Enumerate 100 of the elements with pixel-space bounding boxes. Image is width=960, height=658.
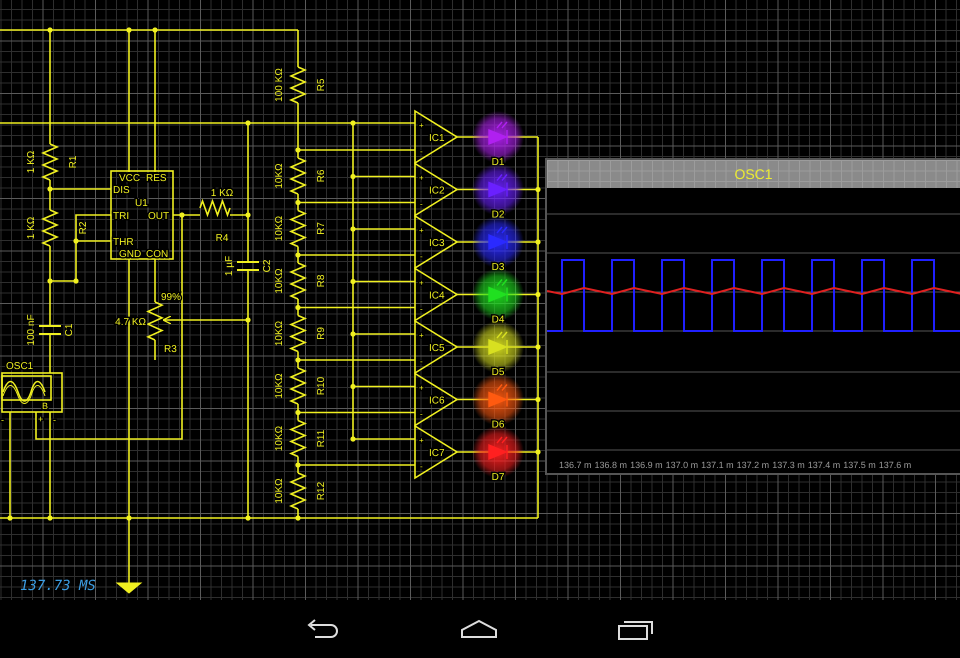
time-axis-label: 137.0 m: [666, 460, 698, 470]
time-axis-label: 137.6 m: [878, 460, 912, 470]
pin-label: THR: [113, 237, 134, 248]
resistor-symbol: [288, 66, 308, 104]
diode-icon: [488, 121, 508, 146]
component-label: R12: [316, 482, 327, 500]
resistor-symbol: [288, 472, 308, 510]
input-sign: -: [420, 462, 423, 471]
input-sign: -: [420, 252, 423, 261]
diode-icon: [488, 384, 508, 408]
component-label: R5: [316, 78, 327, 92]
input-sign: +: [419, 384, 424, 392]
pin-label: -: [53, 415, 56, 425]
pin-label: CON: [146, 249, 168, 260]
diode-icon: [488, 436, 508, 460]
time-axis-label: 137.4 m: [808, 460, 840, 470]
diode-icon: [488, 226, 508, 250]
input-sign: -: [420, 304, 423, 314]
input-sign: +: [419, 331, 424, 340]
pin-label: TRI: [113, 211, 130, 222]
led-glow: [472, 164, 524, 216]
resistor-symbol: [288, 314, 308, 352]
time-axis-label: 137.1 m: [701, 460, 734, 470]
resistance-label: 10KΩ: [274, 163, 285, 189]
capacitor-symbol: [236, 261, 260, 271]
component-label: R4: [216, 233, 228, 244]
component-label: IC7: [429, 448, 445, 459]
input-sign: +: [419, 174, 424, 182]
capacitance-label: 1 µF: [224, 256, 235, 276]
component-label: IC5: [429, 343, 445, 354]
component-label: D3: [492, 262, 504, 273]
component-label: C1: [64, 324, 75, 336]
pin-label: VCC: [119, 173, 140, 184]
component-label: IC3: [429, 238, 445, 249]
input-sign: +: [419, 278, 424, 288]
back-icon: [305, 619, 341, 639]
resistance-label: 100 KΩ: [274, 68, 285, 102]
resistance-label: 10KΩ: [274, 320, 285, 346]
resistor-symbol: [40, 209, 60, 247]
resistor-symbol: [199, 198, 231, 218]
capacitance-label: 100 nF: [26, 314, 37, 346]
time-axis-label: 137.2 m: [736, 460, 770, 470]
time-axis-label: 136.9 m: [630, 460, 663, 470]
resistance-label: 10KΩ: [274, 216, 285, 242]
comparator-symbol: [414, 320, 459, 374]
resistor-symbol: [288, 367, 308, 405]
component-label: R6: [316, 170, 327, 182]
home-icon: [459, 619, 499, 639]
component-label: R8: [316, 274, 327, 288]
component-label: IC2: [429, 186, 445, 196]
comparator-symbol: [414, 214, 459, 270]
resistance-label: 10KΩ: [274, 268, 285, 294]
oscilloscope-symbol: [1, 372, 63, 413]
comparator-symbol: [414, 424, 459, 480]
component-label: R11: [316, 430, 327, 448]
component-label: R9: [316, 327, 327, 340]
resistance-label: 1 KΩ: [26, 216, 37, 240]
resistor-symbol: [288, 420, 308, 458]
resistor-symbol: [288, 210, 308, 248]
component-label: D5: [492, 367, 504, 378]
resistance-label: 1 KΩ: [26, 150, 37, 174]
component-label: IC6: [429, 396, 445, 406]
pin-label: +: [38, 414, 44, 424]
pin-label: GND: [119, 249, 142, 260]
component-label: IC1: [429, 133, 445, 144]
led-glow: [472, 268, 524, 320]
component-label: IC4: [429, 290, 445, 302]
time-axis-label: 137.3 m: [772, 460, 805, 470]
resistance-label: 10KΩ: [274, 478, 285, 504]
comparator-symbol: [414, 372, 459, 427]
led-glow: [472, 426, 524, 478]
component-label: D1: [492, 157, 504, 168]
window-title: OSC1: [734, 166, 773, 182]
time-axis-label: 137.5 m: [843, 460, 876, 470]
time-axis-label: 136.8 m: [594, 460, 628, 470]
diode-icon: [488, 278, 508, 303]
diode-icon: [488, 174, 508, 198]
time-axis-label: 136.7 m: [559, 460, 592, 470]
recents-icon: [617, 618, 655, 640]
pin-label: -: [1, 415, 4, 425]
component-label: D7: [492, 472, 504, 483]
resistor-symbol: [288, 262, 308, 300]
capacitor-symbol: [38, 325, 62, 335]
setting-label: 99%: [161, 292, 182, 303]
component-label: D6: [492, 420, 504, 430]
ground-symbol: [116, 582, 142, 594]
comparator-symbol: [414, 162, 459, 217]
component-label: OSC1: [6, 361, 34, 372]
diode-icon: [488, 331, 508, 356]
component-label: D2: [492, 210, 504, 220]
component-label: R7: [316, 222, 327, 235]
chip-label: U1: [135, 198, 148, 209]
input-sign: +: [419, 436, 424, 445]
resistance-label: 10KΩ: [274, 426, 285, 452]
input-sign: -: [420, 200, 423, 208]
component-label: R3: [164, 344, 177, 355]
component-label: R10: [316, 376, 327, 396]
component-label: R1: [68, 156, 79, 168]
comparator-symbol: [414, 267, 459, 322]
pin-label: RES: [146, 173, 167, 184]
